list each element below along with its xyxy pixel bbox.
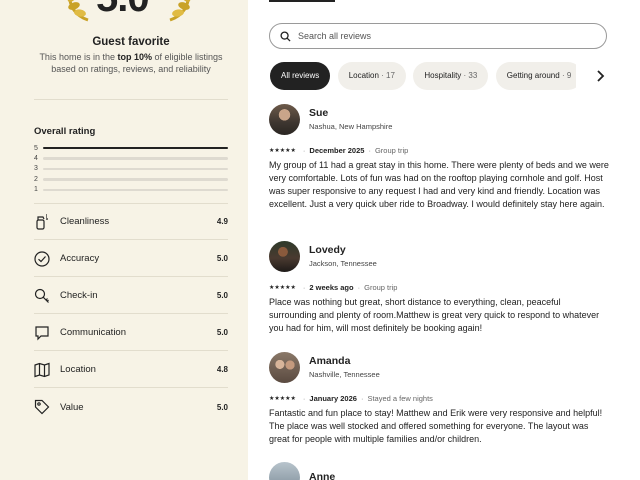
chip-location[interactable]: Location · 17 (337, 62, 406, 90)
star-rating: ★★★★★ (269, 147, 296, 154)
guest-favorite-description: This home is in the top 10% of eligible … (39, 52, 223, 74)
avatar[interactable] (269, 461, 300, 480)
overall-rating-label: Overall rating (34, 126, 96, 137)
review-date: 2 weeks ago (309, 282, 354, 292)
search-icon (280, 30, 291, 42)
ratings-panel: 5.0 Guest favorite This home is in the t… (0, 0, 248, 480)
category-location: Location 4.8 (34, 352, 228, 388)
review-filter-chips: All reviews Location · 17 Hospitality · … (270, 62, 576, 90)
reviewer-name: Sue (309, 107, 329, 119)
rating-distribution: 5 4 3 2 1 (34, 143, 228, 195)
divider (34, 99, 228, 100)
rating-bar (43, 157, 228, 160)
guest-favorite-title: Guest favorite (92, 36, 170, 48)
reviewer-location: Jackson, Tennessee (309, 259, 377, 268)
category-check-in: Check-in 5.0 (34, 278, 228, 314)
review-text: Place was nothing but great, short dista… (269, 297, 600, 333)
review-meta: ★★★★★ · December 2025 · Group trip (269, 145, 409, 155)
review-item: Amanda Nashville, Tennessee ★★★★★ · Janua… (269, 351, 609, 446)
chip-getting-around[interactable]: Getting around · 9 (495, 62, 576, 90)
top-percent-highlight: top 10% (117, 52, 152, 62)
review-item: Lovedy Jackson, Tennessee ★★★★★ · 2 weeks… (269, 240, 609, 335)
chip-hospitality[interactable]: Hospitality · 33 (413, 62, 489, 90)
star-rating: ★★★★★ (269, 395, 296, 402)
review-text: Fantastic and fun place to stay! Matthew… (269, 408, 603, 444)
trip-type: Group trip (374, 145, 409, 155)
rating-bar (43, 178, 228, 181)
chip-all-reviews[interactable]: All reviews (270, 62, 331, 90)
review-date: December 2025 (309, 145, 365, 155)
reviewer-name: Anne (309, 471, 336, 480)
reviewer-name: Amanda (309, 355, 351, 367)
reviewer-name: Lovedy (309, 244, 346, 256)
rating-bar-row: 5 (34, 143, 228, 153)
category-communication: Communication 5.0 (34, 315, 228, 351)
rating-bar-row: 1 (34, 185, 228, 195)
review-meta: ★★★★★ · January 2026 · Stayed a few nights (269, 393, 433, 403)
rating-bar-row: 2 (34, 174, 228, 184)
avatar[interactable] (269, 351, 300, 383)
avatar[interactable] (269, 240, 300, 272)
review-item: Sue Nashua, New Hampshire ★★★★★ · Decembe… (269, 103, 609, 211)
check-circle-icon (34, 250, 50, 267)
category-accuracy: Accuracy 5.0 (34, 241, 228, 277)
tag-icon (34, 399, 50, 415)
star-rating: ★★★★★ (269, 284, 296, 291)
laurel-right-icon (169, 0, 191, 22)
search-input[interactable] (298, 31, 578, 41)
rating-bar-row: 3 (34, 164, 228, 174)
rating-bar (43, 167, 228, 171)
scroll-indicator (269, 0, 335, 2)
map-icon (34, 362, 50, 377)
chat-bubble-icon (35, 325, 49, 340)
spray-bottle-icon (36, 213, 48, 230)
rating-bar-row: 4 (34, 153, 228, 163)
search-reviews-field[interactable] (269, 23, 607, 49)
category-cleanliness: Cleanliness 4.9 (34, 204, 228, 240)
overall-rating-value: 5.0 (96, 0, 150, 21)
chevron-right-icon[interactable] (590, 66, 610, 86)
avatar[interactable] (269, 103, 300, 135)
category-value: Value 5.0 (34, 389, 228, 425)
laurel-left-icon (67, 0, 89, 22)
rating-bar (43, 146, 228, 150)
reviewer-location: Nashville, Tennessee (309, 370, 380, 379)
rating-bar (43, 188, 228, 191)
review-text: My group of 11 had a great stay in this … (269, 160, 609, 209)
review-item: Anne (269, 461, 609, 480)
reviewer-location: Nashua, New Hampshire (309, 122, 393, 131)
key-icon (34, 288, 49, 303)
trip-type: Stayed a few nights (367, 393, 433, 403)
review-meta: ★★★★★ · 2 weeks ago · Group trip (269, 282, 398, 292)
review-date: January 2026 (309, 393, 357, 403)
trip-type: Group trip (364, 282, 398, 292)
